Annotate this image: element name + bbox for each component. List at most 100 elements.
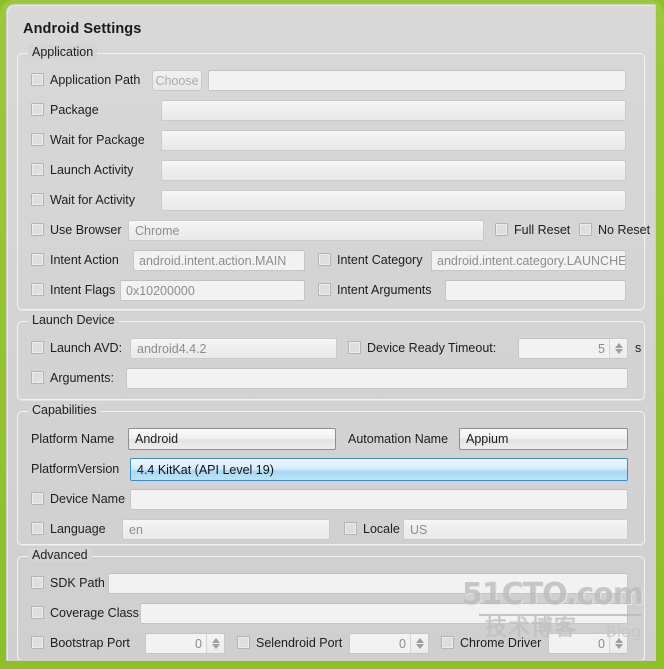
intent-flags-input[interactable]: 0x10200000 <box>120 280 305 301</box>
checkbox-intent-arguments[interactable] <box>318 283 331 296</box>
launch-avd-combo[interactable]: android4.4.2 <box>130 338 337 359</box>
label-no-reset: No Reset <box>598 223 651 237</box>
device-ready-timeout-spinner[interactable]: 5 <box>518 338 628 359</box>
intent-category-input[interactable]: android.intent.category.LAUNCHER <box>431 250 626 271</box>
checkbox-no-reset[interactable] <box>579 223 592 236</box>
checkbox-selendroid-port[interactable] <box>237 636 250 649</box>
label-arguments: Arguments: <box>50 371 114 385</box>
label-intent-flags: Intent Flags <box>50 283 116 297</box>
label-full-reset: Full Reset <box>514 223 571 237</box>
label-automation-name: Automation Name <box>348 432 449 446</box>
label-wait-for-package: Wait for Package <box>50 133 145 147</box>
checkbox-locale[interactable] <box>344 522 357 535</box>
checkbox-sdk-path[interactable] <box>31 576 44 589</box>
label-launch-activity: Launch Activity <box>50 163 134 177</box>
chrome-driver-port-spinner[interactable]: 0 <box>548 633 628 654</box>
checkbox-arguments[interactable] <box>31 371 44 384</box>
checkbox-coverage-class[interactable] <box>31 606 44 619</box>
locale-combo[interactable]: US <box>403 519 628 540</box>
spinner-up-icon[interactable] <box>614 638 623 643</box>
label-intent-category: Intent Category <box>337 253 423 267</box>
label-package: Package <box>50 103 99 117</box>
label-bootstrap-port: Bootstrap Port <box>50 636 130 650</box>
spinner-down-icon[interactable] <box>415 644 424 649</box>
group-application: Application Application Path Choose Pack… <box>17 45 650 310</box>
checkbox-device-ready-timeout[interactable] <box>348 341 361 354</box>
group-capabilities: Capabilities Platform Name Android Autom… <box>17 403 645 545</box>
label-intent-action: Intent Action <box>50 253 119 267</box>
checkbox-wait-for-activity[interactable] <box>31 193 44 206</box>
label-device-name: Device Name <box>50 492 126 506</box>
checkbox-intent-category[interactable] <box>318 253 331 266</box>
checkbox-chrome-driver-port[interactable] <box>441 636 454 649</box>
label-device-ready-timeout: Device Ready Timeout: <box>367 341 497 355</box>
wait-for-activity-combo[interactable] <box>161 190 626 211</box>
checkbox-use-browser[interactable] <box>31 223 44 236</box>
spinner-buttons[interactable] <box>410 634 428 653</box>
checkbox-device-name[interactable] <box>31 492 44 505</box>
platform-name-combo[interactable]: Android <box>128 428 336 450</box>
group-advanced: Advanced SDK Path Coverage Class Bootstr… <box>17 548 645 660</box>
label-chrome-driver-port: Chrome Driver <box>460 636 542 650</box>
group-advanced-title: Advanced <box>28 548 92 562</box>
label-launch-avd: Launch AVD: <box>50 341 123 355</box>
automation-name-combo[interactable]: Appium <box>459 428 628 450</box>
language-combo[interactable]: en <box>122 519 330 540</box>
spinner-buttons[interactable] <box>609 634 627 653</box>
label-locale: Locale <box>363 522 400 536</box>
launch-activity-combo[interactable] <box>161 160 626 181</box>
wait-for-package-combo[interactable] <box>161 130 626 151</box>
window-frame: Android Settings Application Application… <box>0 0 664 669</box>
checkbox-language[interactable] <box>31 522 44 535</box>
selendroid-port-value: 0 <box>399 636 406 651</box>
label-timeout-unit: s <box>635 341 642 355</box>
intent-arguments-input[interactable] <box>445 280 626 301</box>
spinner-down-icon[interactable] <box>614 644 623 649</box>
checkbox-wait-for-package[interactable] <box>31 133 44 146</box>
checkbox-package[interactable] <box>31 103 44 116</box>
spinner-down-icon[interactable] <box>211 644 220 649</box>
spinner-down-icon[interactable] <box>614 349 623 354</box>
label-language: Language <box>50 522 106 536</box>
spinner-up-icon[interactable] <box>614 343 623 348</box>
checkbox-intent-action[interactable] <box>31 253 44 266</box>
group-launch-device-title: Launch Device <box>28 313 119 327</box>
settings-window: Android Settings Application Application… <box>6 4 656 661</box>
arguments-input[interactable] <box>126 368 628 389</box>
application-path-input[interactable] <box>208 70 626 91</box>
device-name-input[interactable] <box>130 489 628 510</box>
package-combo[interactable] <box>161 100 626 121</box>
chrome-driver-port-value: 0 <box>598 636 605 651</box>
label-application-path: Application Path <box>50 73 141 87</box>
label-sdk-path: SDK Path <box>50 576 105 590</box>
coverage-class-input[interactable] <box>140 603 628 624</box>
label-intent-arguments: Intent Arguments <box>337 283 432 297</box>
checkbox-launch-avd[interactable] <box>31 341 44 354</box>
checkbox-intent-flags[interactable] <box>31 283 44 296</box>
bootstrap-port-value: 0 <box>195 636 202 651</box>
spinner-up-icon[interactable] <box>415 638 424 643</box>
intent-action-input[interactable]: android.intent.action.MAIN <box>133 250 305 271</box>
device-ready-timeout-value: 5 <box>598 341 605 356</box>
label-coverage-class: Coverage Class <box>50 606 139 620</box>
platform-version-combo[interactable]: 4.4 KitKat (API Level 19) <box>130 458 628 481</box>
spinner-up-icon[interactable] <box>211 638 220 643</box>
group-capabilities-title: Capabilities <box>28 403 101 417</box>
sdk-path-input[interactable] <box>108 573 628 594</box>
checkbox-full-reset[interactable] <box>495 223 508 236</box>
checkbox-bootstrap-port[interactable] <box>31 636 44 649</box>
label-platform-name: Platform Name <box>31 432 115 446</box>
spinner-buttons[interactable] <box>206 634 224 653</box>
use-browser-combo[interactable]: Chrome <box>128 220 484 241</box>
checkbox-application-path[interactable] <box>31 73 44 86</box>
checkbox-launch-activity[interactable] <box>31 163 44 176</box>
spinner-buttons[interactable] <box>609 339 627 358</box>
bootstrap-port-spinner[interactable]: 0 <box>145 633 225 654</box>
label-platform-version: PlatformVersion <box>31 462 120 476</box>
choose-button[interactable]: Choose <box>152 70 202 91</box>
page-title: Android Settings <box>23 21 142 37</box>
label-use-browser: Use Browser <box>50 223 122 237</box>
group-launch-device: Launch Device Launch AVD: android4.4.2 D… <box>17 313 645 400</box>
selendroid-port-spinner[interactable]: 0 <box>349 633 429 654</box>
group-application-title: Application <box>28 45 98 59</box>
